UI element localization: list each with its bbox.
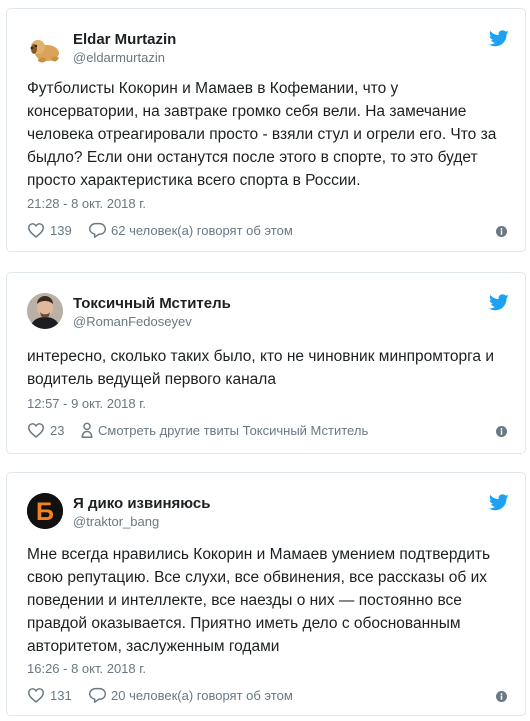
tweet-text: интересно, сколько таких было, кто не чи… (27, 348, 495, 388)
tweet-card: Eldar Murtazin @eldarmurtazin Футболисты… (6, 8, 526, 252)
author-handle[interactable]: @traktor_bang (73, 514, 159, 529)
tweet-card: Токсичный Мститель @RomanFedoseyev интер… (6, 272, 526, 454)
man-portrait-avatar-icon (27, 293, 63, 329)
tweet-timestamp[interactable]: 12:57 - 9 окт. 2018 г. (27, 396, 146, 411)
tweet-text: Мне всегда нравились Кокорин и Мамаев ум… (27, 546, 491, 655)
speech-bubble-icon (89, 222, 106, 238)
tweet-actions: 139 62 человек(а) говорят об этом (27, 222, 509, 242)
info-icon[interactable] (496, 691, 507, 702)
avatar[interactable] (27, 29, 63, 65)
more-tweets-label: Смотреть другие твиты Токсичный Мститель (98, 422, 369, 438)
speech-bubble-icon (89, 687, 106, 703)
author-name[interactable]: Я дико извиняюсь (73, 495, 210, 512)
conversation-label: 62 человек(а) говорят об этом (111, 222, 293, 238)
conversation-label: 20 человек(а) говорят об этом (111, 687, 293, 703)
tweet-timestamp[interactable]: 21:28 - 8 окт. 2018 г. (27, 196, 146, 211)
more-tweets-link[interactable]: Смотреть другие твиты Токсичный Мститель (81, 422, 368, 438)
info-icon[interactable] (496, 226, 507, 237)
heart-icon (27, 223, 45, 238)
tweet-actions: 131 20 человек(а) говорят об этом (27, 687, 509, 707)
info-icon[interactable] (496, 426, 507, 437)
orange-letter-b-avatar-icon: Б (27, 493, 63, 529)
author-name[interactable]: Токсичный Мститель (73, 295, 231, 312)
author-handle[interactable]: @eldarmurtazin (73, 50, 165, 65)
tweet-card: Б Я дико извиняюсь @traktor_bang Мне все… (6, 472, 526, 716)
tweet-timestamp[interactable]: 16:26 - 8 окт. 2018 г. (27, 661, 146, 676)
avatar-letter: Б (36, 498, 54, 526)
tweet-text: Футболисты Кокорин и Мамаев в Кофемании,… (27, 80, 497, 189)
avatar[interactable] (27, 293, 63, 329)
tweet-actions: 23 Смотреть другие твиты Токсичный Мстит… (27, 422, 509, 442)
person-icon (81, 422, 93, 438)
twitter-bird-icon[interactable] (489, 294, 509, 312)
author-name[interactable]: Eldar Murtazin (73, 31, 176, 48)
like-count: 131 (50, 687, 72, 703)
heart-icon (27, 688, 45, 703)
conversation-link[interactable]: 20 человек(а) говорят об этом (89, 687, 293, 703)
conversation-link[interactable]: 62 человек(а) говорят об этом (89, 222, 293, 238)
like-count: 23 (50, 422, 65, 438)
twitter-bird-icon[interactable] (489, 30, 509, 48)
like-button[interactable]: 131 (27, 687, 72, 703)
like-button[interactable]: 23 (27, 422, 64, 438)
like-count: 139 (50, 222, 72, 238)
twitter-bird-icon[interactable] (489, 494, 509, 512)
like-button[interactable]: 139 (27, 222, 72, 238)
heart-icon (27, 423, 45, 438)
author-handle[interactable]: @RomanFedoseyev (73, 314, 192, 329)
avatar[interactable]: Б (27, 493, 63, 529)
puppy-toy-avatar-icon (30, 40, 59, 63)
